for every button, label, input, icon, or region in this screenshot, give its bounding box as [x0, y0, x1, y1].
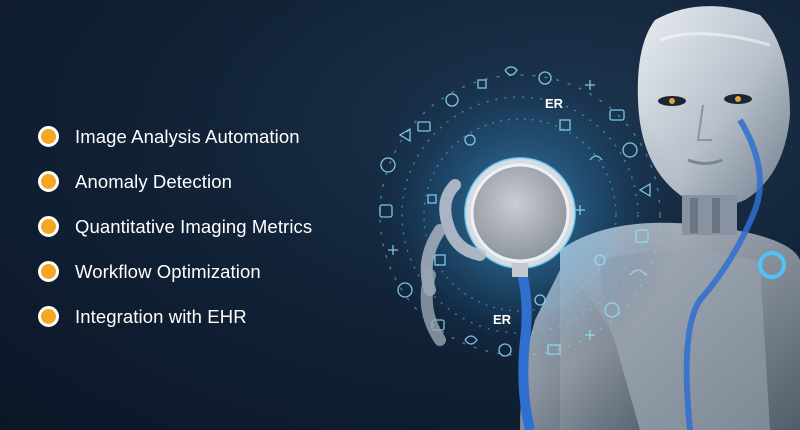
bullet-icon: [38, 171, 59, 192]
feature-item: Anomaly Detection: [38, 159, 312, 204]
feature-item: Image Analysis Automation: [38, 114, 312, 159]
feature-item: Workflow Optimization: [38, 249, 312, 294]
bullet-icon: [38, 306, 59, 327]
hologram-label-er-top: ER: [545, 96, 564, 111]
feature-label: Image Analysis Automation: [75, 125, 300, 147]
feature-label: Integration with EHR: [75, 305, 247, 327]
hologram-label-er-bottom: ER: [493, 312, 512, 327]
feature-list: Image Analysis Automation Anomaly Detect…: [38, 114, 312, 339]
bullet-icon: [38, 126, 59, 147]
hero-banner: ER ER Image Analysis Automation Anomaly …: [0, 0, 800, 430]
bullet-icon: [38, 261, 59, 282]
feature-label: Anomaly Detection: [75, 170, 232, 192]
bullet-icon: [38, 216, 59, 237]
feature-label: Workflow Optimization: [75, 260, 261, 282]
feature-label: Quantitative Imaging Metrics: [75, 215, 313, 237]
feature-item: Quantitative Imaging Metrics: [38, 204, 312, 249]
feature-item: Integration with EHR: [38, 294, 312, 339]
